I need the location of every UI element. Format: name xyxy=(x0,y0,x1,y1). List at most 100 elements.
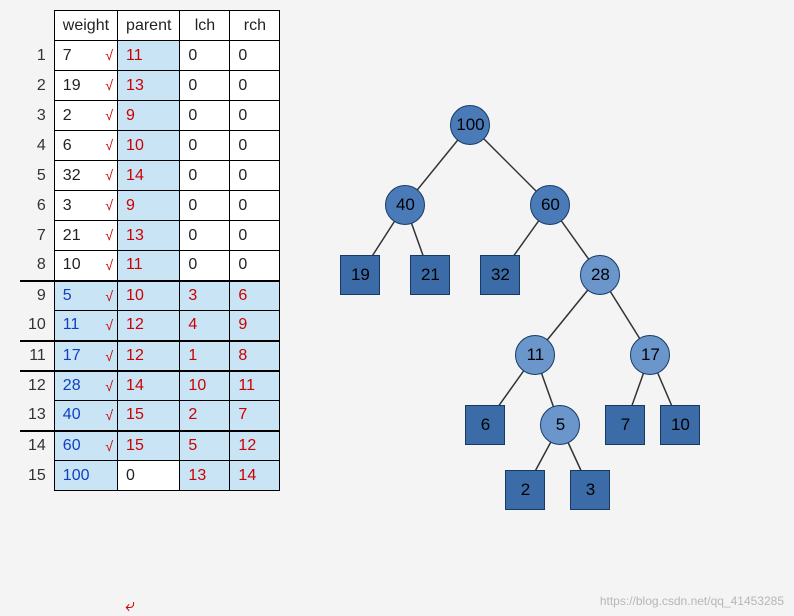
check-icon: √ xyxy=(105,257,113,273)
tree-node-11: 11 xyxy=(515,335,555,375)
bracket-mark: ⤶ xyxy=(125,595,135,616)
cell-weight: 40√ xyxy=(54,401,117,431)
row-index: 5 xyxy=(20,161,54,191)
row-index: 9 xyxy=(20,281,54,311)
cell-lch: 13 xyxy=(180,461,230,491)
cell-weight: 28√ xyxy=(54,371,117,401)
check-icon: √ xyxy=(105,348,113,364)
cell-parent: 10 xyxy=(118,131,180,161)
cell-weight: 6√ xyxy=(54,131,117,161)
col-rch: rch xyxy=(230,11,280,41)
check-icon: √ xyxy=(105,438,113,454)
row-index: 15 xyxy=(20,461,54,491)
row-index: 13 xyxy=(20,401,54,431)
col-weight: weight xyxy=(54,11,117,41)
cell-parent: 15 xyxy=(118,431,180,461)
row-index: 12 xyxy=(20,371,54,401)
row-index: 4 xyxy=(20,131,54,161)
cell-weight: 19√ xyxy=(54,71,117,101)
cell-lch: 1 xyxy=(180,341,230,371)
cell-weight: 5√ xyxy=(54,281,117,311)
row-index: 8 xyxy=(20,251,54,281)
row-index: 2 xyxy=(20,71,54,101)
cell-weight: 7√ xyxy=(54,41,117,71)
cell-weight: 3√ xyxy=(54,191,117,221)
cell-parent: 14 xyxy=(118,371,180,401)
cell-parent: 14 xyxy=(118,161,180,191)
cell-weight: 2√ xyxy=(54,101,117,131)
row-index: 11 xyxy=(20,341,54,371)
tree-node-40: 40 xyxy=(385,185,425,225)
check-icon: √ xyxy=(105,47,113,63)
cell-weight: 10√ xyxy=(54,251,117,281)
tree-node-19: 19 xyxy=(340,255,380,295)
tree-node-32: 32 xyxy=(480,255,520,295)
tree-node-5: 5 xyxy=(540,405,580,445)
cell-rch: 11 xyxy=(230,371,280,401)
cell-lch: 0 xyxy=(180,251,230,281)
check-icon: √ xyxy=(105,407,113,423)
huffman-table: weight parent lch rch 17√1100219√130032√… xyxy=(20,10,280,570)
cell-weight: 32√ xyxy=(54,161,117,191)
tree-node-100: 100 xyxy=(450,105,490,145)
cell-rch: 8 xyxy=(230,341,280,371)
cell-parent: 10 xyxy=(118,281,180,311)
cell-lch: 10 xyxy=(180,371,230,401)
check-icon: √ xyxy=(105,288,113,304)
cell-rch: 14 xyxy=(230,461,280,491)
cell-lch: 0 xyxy=(180,131,230,161)
cell-parent: 9 xyxy=(118,101,180,131)
cell-parent: 13 xyxy=(118,71,180,101)
tree-node-17: 17 xyxy=(630,335,670,375)
cell-lch: 0 xyxy=(180,161,230,191)
tree-node-21: 21 xyxy=(410,255,450,295)
tree-node-3: 3 xyxy=(570,470,610,510)
cell-rch: 0 xyxy=(230,101,280,131)
cell-parent: 15 xyxy=(118,401,180,431)
check-icon: √ xyxy=(105,227,113,243)
col-lch: lch xyxy=(180,11,230,41)
tree-node-2: 2 xyxy=(505,470,545,510)
cell-rch: 0 xyxy=(230,221,280,251)
huffman-tree-diagram: 10040601921322811176571023 xyxy=(320,10,700,570)
cell-rch: 0 xyxy=(230,131,280,161)
cell-parent: 11 xyxy=(118,41,180,71)
check-icon: √ xyxy=(105,77,113,93)
cell-lch: 0 xyxy=(180,191,230,221)
cell-rch: 0 xyxy=(230,251,280,281)
cell-rch: 0 xyxy=(230,71,280,101)
cell-weight: 17√ xyxy=(54,341,117,371)
col-parent: parent xyxy=(118,11,180,41)
cell-parent: 11 xyxy=(118,251,180,281)
watermark-text: https://blog.csdn.net/qq_41453285 xyxy=(600,594,784,608)
row-index: 3 xyxy=(20,101,54,131)
cell-rch: 0 xyxy=(230,41,280,71)
check-icon: √ xyxy=(105,317,113,333)
row-index: 6 xyxy=(20,191,54,221)
cell-weight: 11√ xyxy=(54,311,117,341)
cell-rch: 6 xyxy=(230,281,280,311)
cell-lch: 2 xyxy=(180,401,230,431)
check-icon: √ xyxy=(105,107,113,123)
check-icon: √ xyxy=(105,137,113,153)
tree-node-28: 28 xyxy=(580,255,620,295)
cell-parent: 9 xyxy=(118,191,180,221)
cell-parent: 0 xyxy=(118,461,180,491)
cell-lch: 5 xyxy=(180,431,230,461)
cell-parent: 12 xyxy=(118,341,180,371)
row-index: 7 xyxy=(20,221,54,251)
row-index: 14 xyxy=(20,431,54,461)
check-icon: √ xyxy=(105,378,113,394)
tree-node-7: 7 xyxy=(605,405,645,445)
cell-rch: 12 xyxy=(230,431,280,461)
cell-lch: 0 xyxy=(180,41,230,71)
cell-lch: 0 xyxy=(180,101,230,131)
tree-node-60: 60 xyxy=(530,185,570,225)
cell-lch: 0 xyxy=(180,221,230,251)
cell-lch: 3 xyxy=(180,281,230,311)
cell-weight: 21√ xyxy=(54,221,117,251)
cell-weight: 60√ xyxy=(54,431,117,461)
tree-node-10: 10 xyxy=(660,405,700,445)
cell-lch: 4 xyxy=(180,311,230,341)
cell-parent: 13 xyxy=(118,221,180,251)
